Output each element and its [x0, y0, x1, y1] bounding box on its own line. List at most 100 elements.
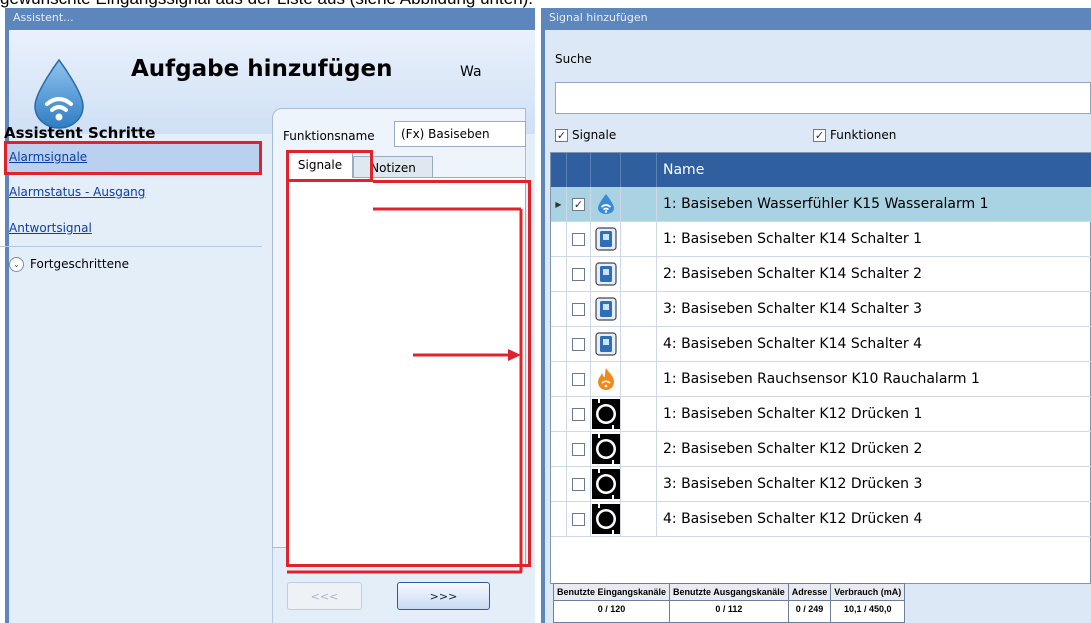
- row-indicator: [551, 291, 567, 327]
- checkbox-unchecked-icon[interactable]: [572, 407, 585, 421]
- add-signal-window: Signal hinzufügen Suche ✓ Signale ✓ Funk…: [541, 8, 1091, 623]
- push-button-icon: [591, 396, 621, 432]
- signal-name: 1: Basiseben Schalter K12 Drücken 1: [663, 406, 923, 422]
- header-subtitle: Wa: [460, 64, 482, 80]
- row-checkbox-cell[interactable]: [567, 291, 591, 327]
- window-title: Signal hinzufügen: [549, 11, 648, 24]
- steps-heading: Assistent Schritte: [4, 124, 156, 142]
- table-row[interactable]: 2: Basiseben Schalter K14 Schalter 2: [551, 256, 1091, 292]
- table-row[interactable]: 1: Basiseben Rauchsensor K10 Rauchalarm …: [551, 361, 1091, 397]
- row-gap-cell: [621, 291, 657, 327]
- chevron-down-icon: ⌄: [9, 256, 24, 272]
- tab-notizen[interactable]: Notizen: [353, 156, 433, 178]
- push-button-icon: [591, 431, 621, 467]
- stat-label: Benutzte Eingangskanäle: [554, 584, 670, 601]
- stat-cell: Adresse 0 / 249: [787, 583, 831, 623]
- search-input[interactable]: [555, 82, 1091, 114]
- table-row[interactable]: 3: Basiseben Schalter K14 Schalter 3: [551, 291, 1091, 327]
- table-row[interactable]: 4: Basiseben Schalter K12 Drücken 4: [551, 501, 1091, 537]
- row-indicator: ▶: [551, 186, 567, 222]
- row-gap-cell: [621, 361, 657, 397]
- back-button[interactable]: <<<: [287, 582, 362, 610]
- tab-signale[interactable]: Signale: [287, 152, 353, 178]
- row-checkbox-cell[interactable]: [567, 396, 591, 432]
- function-name-field[interactable]: (Fx) Basiseben: [394, 121, 526, 147]
- signal-name: 2: Basiseben Schalter K12 Drücken 2: [663, 441, 923, 457]
- checkbox-unchecked-icon[interactable]: [572, 232, 585, 246]
- page-title: Aufgabe hinzufügen: [131, 56, 393, 82]
- row-checkbox-cell[interactable]: [567, 431, 591, 467]
- header-gap-col: [621, 153, 657, 187]
- window-title: Assistent...: [13, 11, 74, 24]
- push-button-icon: [591, 501, 621, 537]
- column-header-name[interactable]: Name: [663, 162, 704, 178]
- row-indicator: [551, 396, 567, 432]
- checkbox-checked-icon[interactable]: ✓: [572, 197, 585, 211]
- checkbox-checked-icon: ✓: [813, 128, 826, 142]
- next-button[interactable]: >>>: [397, 582, 490, 610]
- header-icon-col: [591, 153, 621, 187]
- stat-value: 10,1 / 450,0: [844, 604, 892, 614]
- stat-value: 0 / 120: [597, 604, 626, 614]
- table-row[interactable]: ▶ ✓ 1: Basiseben Wasserfühler K15 Wasseral…: [551, 186, 1091, 222]
- checkbox-checked-icon: ✓: [555, 128, 568, 142]
- search-label: Suche: [555, 52, 592, 66]
- row-indicator: [551, 361, 567, 397]
- checkbox-unchecked-icon[interactable]: [572, 512, 585, 526]
- advanced-expander[interactable]: ⌄ Fortgeschrittene: [9, 254, 129, 274]
- checkbox-unchecked-icon[interactable]: [572, 477, 585, 491]
- step-link-alarmsignale[interactable]: Alarmsignale: [9, 150, 87, 164]
- water-drop-icon: [34, 58, 84, 129]
- row-indicator: [551, 221, 567, 257]
- signals-tab-panel: [287, 177, 526, 567]
- signal-name: 4: Basiseben Schalter K14 Schalter 4: [663, 336, 922, 352]
- row-checkbox-cell[interactable]: [567, 221, 591, 257]
- checkbox-unchecked-icon[interactable]: [572, 372, 585, 386]
- step-link-antwortsignal[interactable]: Antwortsignal: [9, 221, 92, 235]
- row-checkbox-cell[interactable]: [567, 466, 591, 502]
- row-gap-cell: [621, 501, 657, 537]
- checkbox-unchecked-icon[interactable]: [572, 267, 585, 281]
- signal-name: 2: Basiseben Schalter K14 Schalter 2: [663, 266, 922, 282]
- filter-funktionen-checkbox[interactable]: ✓ Funktionen: [813, 128, 896, 142]
- row-gap-cell: [621, 256, 657, 292]
- row-checkbox-cell[interactable]: [567, 361, 591, 397]
- row-indicator: [551, 326, 567, 362]
- checkbox-unchecked-icon[interactable]: [572, 302, 585, 316]
- row-gap-cell: [621, 431, 657, 467]
- stat-cell: Verbrauch (mA) 10,1 / 450,0: [830, 583, 906, 623]
- row-checkbox-cell[interactable]: [567, 326, 591, 362]
- fire-icon: [591, 361, 621, 397]
- push-button-icon: [591, 466, 621, 502]
- stat-cell: Benutzte Eingangskanäle 0 / 120: [553, 583, 670, 623]
- signal-name: 1: Basiseben Rauchsensor K10 Rauchalarm …: [663, 371, 980, 387]
- checkbox-unchecked-icon[interactable]: [572, 337, 585, 351]
- step-link-alarmstatus[interactable]: Alarmstatus - Ausgang: [9, 185, 145, 199]
- row-checkbox-cell[interactable]: ✓: [567, 186, 591, 222]
- checkbox-unchecked-icon[interactable]: [572, 442, 585, 456]
- table-row[interactable]: 1: Basiseben Schalter K12 Drücken 1: [551, 396, 1091, 432]
- table-row[interactable]: 1: Basiseben Schalter K14 Schalter 1: [551, 221, 1091, 257]
- filter-funktionen-label: Funktionen: [830, 128, 897, 142]
- advanced-label: Fortgeschrittene: [30, 257, 129, 271]
- water-drop-icon: [591, 186, 621, 222]
- stat-label: Verbrauch (mA): [831, 584, 905, 601]
- stat-value: 0 / 112: [715, 604, 743, 614]
- row-checkbox-cell[interactable]: [567, 501, 591, 537]
- switch-icon: [591, 256, 621, 292]
- nav-divider: [0, 246, 262, 247]
- signal-name: 1: Basiseben Wasserfühler K15 Wasseralar…: [663, 196, 989, 212]
- table-row[interactable]: 2: Basiseben Schalter K12 Drücken 2: [551, 431, 1091, 467]
- row-checkbox-cell[interactable]: [567, 256, 591, 292]
- switch-icon: [591, 221, 621, 257]
- usage-stats-bar: Benutzte Eingangskanäle 0 / 120 Benutzte A…: [553, 583, 906, 623]
- table-row[interactable]: 4: Basiseben Schalter K14 Schalter 4: [551, 326, 1091, 362]
- stat-value: 0 / 249: [795, 604, 824, 614]
- signal-name: 4: Basiseben Schalter K12 Drücken 4: [663, 511, 923, 527]
- signal-name: 3: Basiseben Schalter K14 Schalter 3: [663, 301, 922, 317]
- assistant-steps-pane: [9, 134, 273, 623]
- filter-signale-checkbox[interactable]: ✓ Signale: [555, 128, 616, 142]
- row-gap-cell: [621, 466, 657, 502]
- row-gap-cell: [621, 396, 657, 432]
- table-row[interactable]: 3: Basiseben Schalter K12 Drücken 3: [551, 466, 1091, 502]
